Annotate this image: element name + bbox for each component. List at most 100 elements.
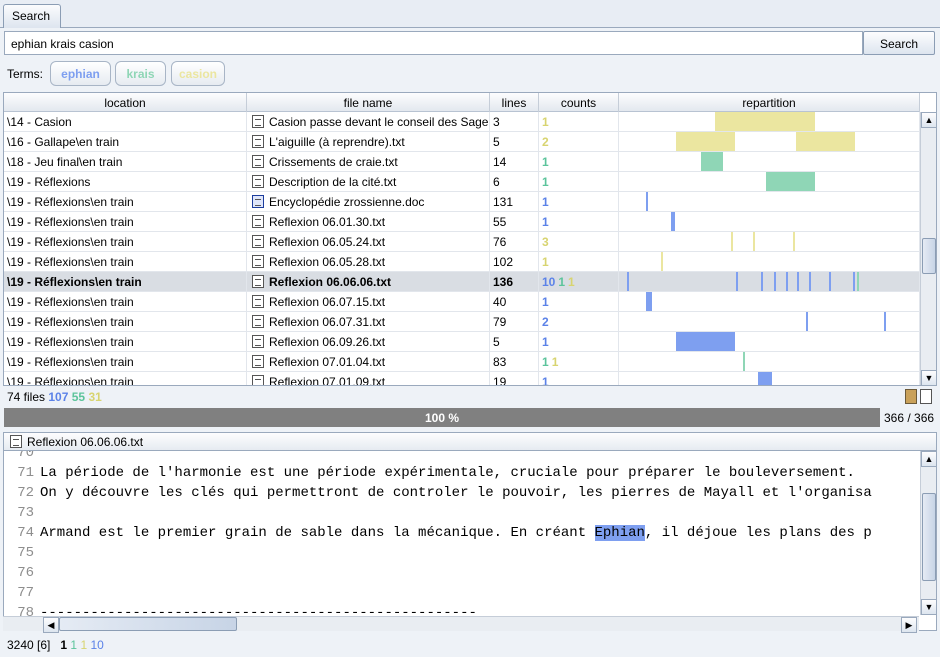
cell-repartition: [619, 292, 920, 312]
copy-icon[interactable]: [920, 389, 932, 404]
file-name-text: Reflexion 07.01.04.txt: [269, 355, 386, 369]
table-row[interactable]: \19 - Réflexions\en train Reflexion 07.01…: [4, 372, 920, 385]
term-label: ephian: [61, 67, 100, 81]
scroll-up-button[interactable]: ▲: [921, 451, 936, 467]
search-input[interactable]: ephian krais casion: [4, 31, 863, 55]
cell-file-name: Encyclopédie zrossienne.doc: [247, 192, 490, 212]
cell-file-name: Reflexion 06.05.24.txt: [247, 232, 490, 252]
cell-lines: 83: [490, 352, 539, 372]
file-name-text: Reflexion 06.07.31.txt: [269, 315, 386, 329]
scroll-thumb[interactable]: [59, 617, 237, 631]
cell-counts: 2: [539, 132, 619, 152]
repartition-bar: [809, 272, 811, 291]
count-value: 1: [551, 355, 559, 369]
table-row[interactable]: \19 - Réflexions\en train Reflexion 07.01…: [4, 352, 920, 372]
text-file-icon: [252, 255, 264, 268]
column-header-file-name[interactable]: file name: [247, 93, 490, 112]
files-count: 74 files: [7, 390, 46, 404]
cell-location: \19 - Réflexions\en train: [4, 352, 247, 372]
count-value: 1: [542, 255, 549, 269]
text-line: 73: [4, 505, 40, 525]
cell-counts: 10 1 1: [539, 272, 619, 292]
table-row[interactable]: \19 - Réflexions\en train Encyclopédie zr…: [4, 192, 920, 212]
text-viewer[interactable]: 70 71 La période de l'harmonie est une pér…: [3, 451, 937, 631]
repartition-bar: [766, 172, 815, 191]
repartition-bar: [715, 112, 815, 131]
viewer-vertical-scrollbar[interactable]: ▲ ▼: [920, 451, 936, 615]
cell-counts: 1: [539, 192, 619, 212]
cell-file-name: Reflexion 07.01.04.txt: [247, 352, 490, 372]
table-row[interactable]: \19 - Réflexions\en train Reflexion 06.07…: [4, 312, 920, 332]
column-header-location[interactable]: location: [4, 93, 247, 112]
bottom-count: 1: [70, 638, 78, 652]
count-value: 2: [542, 135, 549, 149]
repartition-bar: [661, 252, 663, 271]
cell-location: \19 - Réflexions\en train: [4, 372, 247, 385]
table-vertical-scrollbar[interactable]: ▲ ▼: [920, 112, 936, 385]
cell-lines: 6: [490, 172, 539, 192]
progress-count: 366 / 366: [884, 411, 935, 425]
table-row[interactable]: \19 - Réflexions Description de la cité.t…: [4, 172, 920, 192]
count-value: 1: [542, 355, 549, 369]
line-number: 75: [17, 545, 34, 561]
cell-repartition: [619, 272, 920, 292]
tab-search[interactable]: Search: [3, 4, 61, 28]
repartition-bar: [761, 272, 763, 291]
line-text: Armand est le premier grain de sable dan…: [40, 525, 595, 541]
cell-repartition: [619, 332, 920, 352]
viewer-horizontal-scrollbar[interactable]: ◀ ▶: [3, 616, 919, 633]
line-number: 73: [17, 505, 34, 521]
cell-file-name: Reflexion 06.06.06.txt: [247, 272, 490, 292]
column-header-repartition[interactable]: repartition: [619, 93, 920, 112]
cell-location: \18 - Jeu final\en train: [4, 152, 247, 172]
text-file-icon: [252, 175, 264, 188]
table-row[interactable]: \19 - Réflexions\en train Reflexion 06.05…: [4, 252, 920, 272]
scroll-thumb[interactable]: [922, 493, 936, 581]
viewer-filename: Reflexion 06.06.06.txt: [27, 435, 144, 449]
term-chip-krais[interactable]: krais: [115, 61, 166, 86]
results-table: location file name lines counts repartit…: [3, 92, 937, 386]
cell-counts: 11: [539, 352, 619, 372]
text-file-icon: [252, 215, 264, 228]
repartition-bar: [829, 272, 831, 291]
term-chip-ephian[interactable]: ephian: [50, 61, 111, 86]
search-button[interactable]: Search: [863, 31, 935, 55]
scroll-up-button[interactable]: ▲: [921, 112, 936, 128]
table-row[interactable]: \14 - Casion Casion passe devant le conse…: [4, 112, 920, 132]
cell-counts: 1: [539, 292, 619, 312]
cell-lines: 136: [490, 272, 539, 292]
line-text: La période de l'harmonie est une période…: [40, 465, 855, 481]
table-row[interactable]: \16 - Gallape\en train L'aiguille (à repr…: [4, 132, 920, 152]
bottom-count: 1: [80, 638, 88, 652]
cell-file-name: Casion passe devant le conseil des Sage.: [247, 112, 490, 132]
table-row[interactable]: \19 - Réflexions\en train Reflexion 06.07…: [4, 292, 920, 312]
count-value: 1: [542, 215, 549, 229]
clipboard-icon[interactable]: [905, 389, 917, 404]
cell-lines: 19: [490, 372, 539, 385]
scroll-left-button[interactable]: ◀: [43, 617, 59, 633]
line-number: 76: [17, 565, 34, 581]
repartition-bar: [646, 292, 652, 311]
scroll-down-button[interactable]: ▼: [921, 599, 936, 615]
table-row[interactable]: \19 - Réflexions\en train Reflexion 06.05…: [4, 232, 920, 252]
scroll-down-button[interactable]: ▼: [921, 370, 936, 385]
cell-file-name: Reflexion 06.07.31.txt: [247, 312, 490, 332]
column-header-counts[interactable]: counts: [539, 93, 619, 112]
table-row[interactable]: \18 - Jeu final\en train Crissements de c…: [4, 152, 920, 172]
file-name-text: Reflexion 06.05.28.txt: [269, 255, 386, 269]
file-name-text: Encyclopédie zrossienne.doc: [269, 195, 425, 209]
cell-location: \19 - Réflexions\en train: [4, 332, 247, 352]
table-row[interactable]: \19 - Réflexions\en train Reflexion 06.06…: [4, 272, 920, 292]
scroll-right-button[interactable]: ▶: [901, 617, 917, 633]
cell-lines: 5: [490, 132, 539, 152]
table-row[interactable]: \19 - Réflexions\en train Reflexion 06.01…: [4, 212, 920, 232]
table-row[interactable]: \19 - Réflexions\en train Reflexion 06.09…: [4, 332, 920, 352]
bottom-status: 3240 [6] 1 1 1 10: [7, 638, 104, 652]
cell-location: \19 - Réflexions: [4, 172, 247, 192]
cell-counts: 1: [539, 332, 619, 352]
column-header-lines[interactable]: lines: [490, 93, 539, 112]
term-chip-casion[interactable]: casion: [171, 61, 225, 86]
scroll-thumb[interactable]: [922, 238, 936, 274]
cell-lines: 40: [490, 292, 539, 312]
count-value: 1: [542, 295, 549, 309]
